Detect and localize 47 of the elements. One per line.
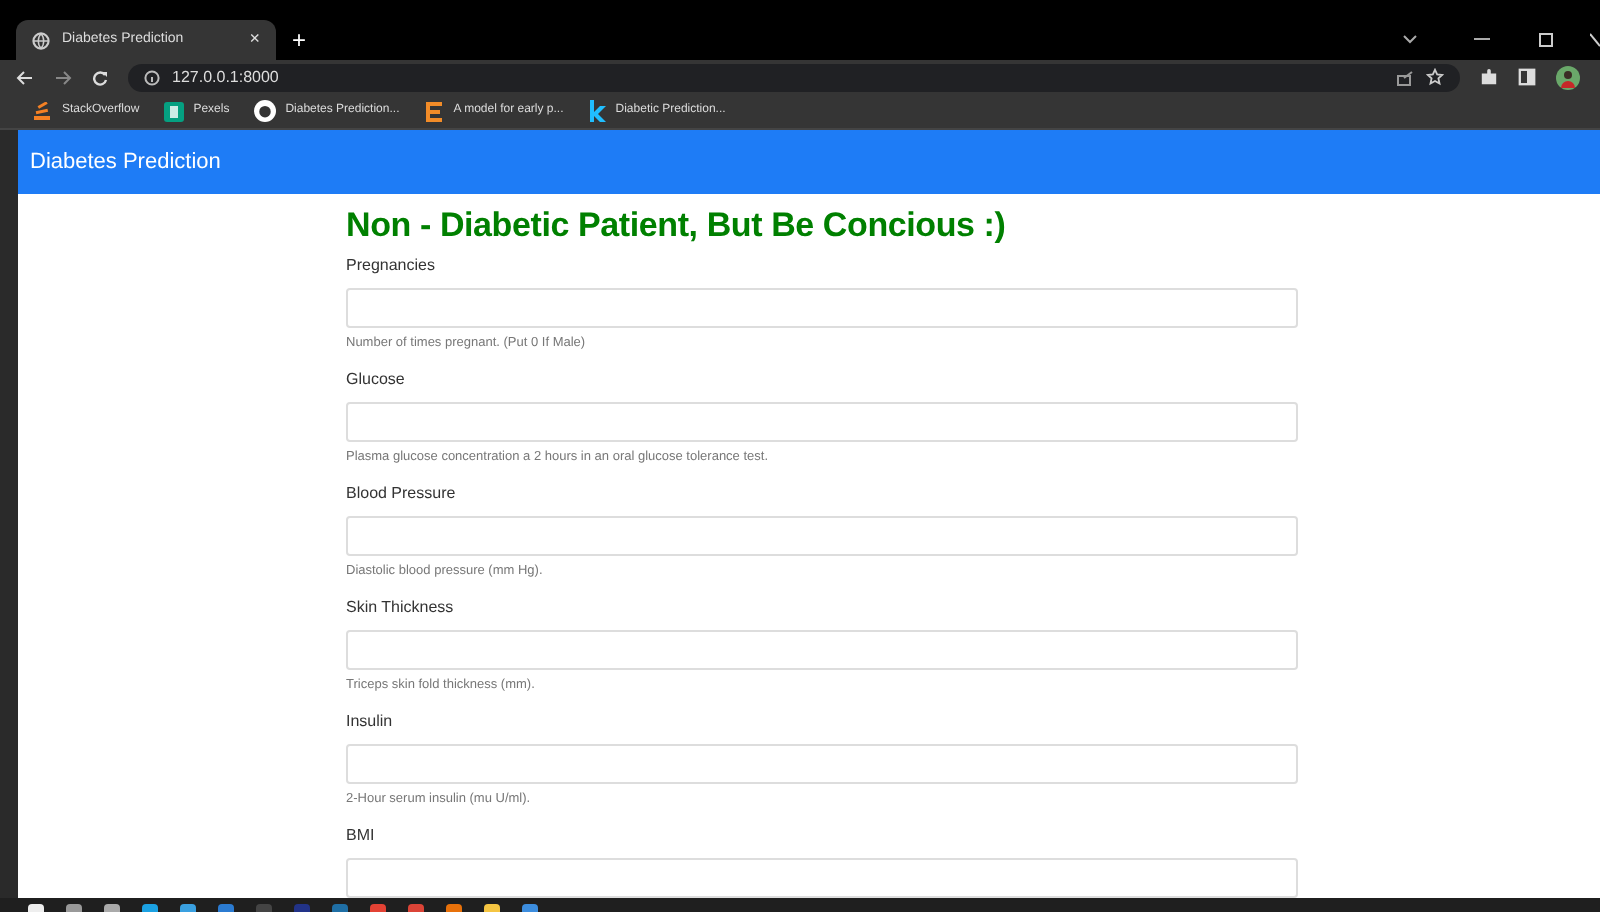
restore-icon[interactable] [1538,32,1554,48]
field-label: BMI [346,826,377,846]
taskbar-app-icon[interactable] [142,904,158,912]
forward-arrow-icon[interactable] [54,69,72,85]
info-icon [144,69,160,85]
input-field[interactable] [346,744,1298,784]
taskbar-app-icon[interactable] [66,904,82,912]
new-tab-button[interactable]: + [292,28,307,52]
input-field[interactable] [346,630,1298,670]
input-field[interactable] [346,288,1298,328]
input-field[interactable] [346,516,1298,556]
field-label: Skin Thickness [346,598,456,618]
field-label: Insulin [346,712,395,732]
field-label: Blood Pressure [346,484,458,504]
minimize-icon[interactable] [1474,38,1490,42]
taskbar-app-icon[interactable] [218,904,234,912]
taskbar-app-icon[interactable] [104,904,120,912]
stack-icon [32,101,52,121]
url-text: 127.0.0.1:8000 [172,65,281,89]
address-bar[interactable]: 127.0.0.1:8000 [128,63,1460,91]
tab-close-button[interactable]: × [249,26,260,54]
k-logo-icon [587,100,606,122]
navbar-brand[interactable]: Diabetes Prediction [30,145,221,179]
taskbar-app-icon[interactable] [446,904,462,912]
e-logo-icon [423,99,444,123]
reload-icon[interactable] [92,69,108,85]
puzzle-icon[interactable] [1480,68,1498,86]
sidebar-icon[interactable] [1518,68,1536,86]
taskbar-app-icon[interactable] [522,904,538,912]
taskbar-app-icon[interactable] [332,904,348,912]
input-field[interactable] [346,402,1298,442]
back-arrow-icon[interactable] [16,69,34,85]
taskbar-app-icon[interactable] [180,904,196,912]
field-label: Glucose [346,370,407,390]
taskbar-app-icon[interactable] [408,904,424,912]
star-icon[interactable] [1426,68,1444,86]
avatar-icon[interactable] [1556,65,1580,89]
taskbar-app-icon[interactable] [484,904,500,912]
field-label: Pregnancies [346,256,437,276]
input-field[interactable] [346,858,1298,898]
result-heading: Non - Diabetic Patient, But Be Concious :) [346,204,1008,248]
chevron-icon[interactable] [1402,34,1418,46]
taskbar-app-icon[interactable] [370,904,386,912]
globe-icon [32,31,50,49]
share-icon[interactable] [1396,69,1414,85]
square-icon [163,101,184,121]
taskbar-app-icon[interactable] [28,904,44,912]
